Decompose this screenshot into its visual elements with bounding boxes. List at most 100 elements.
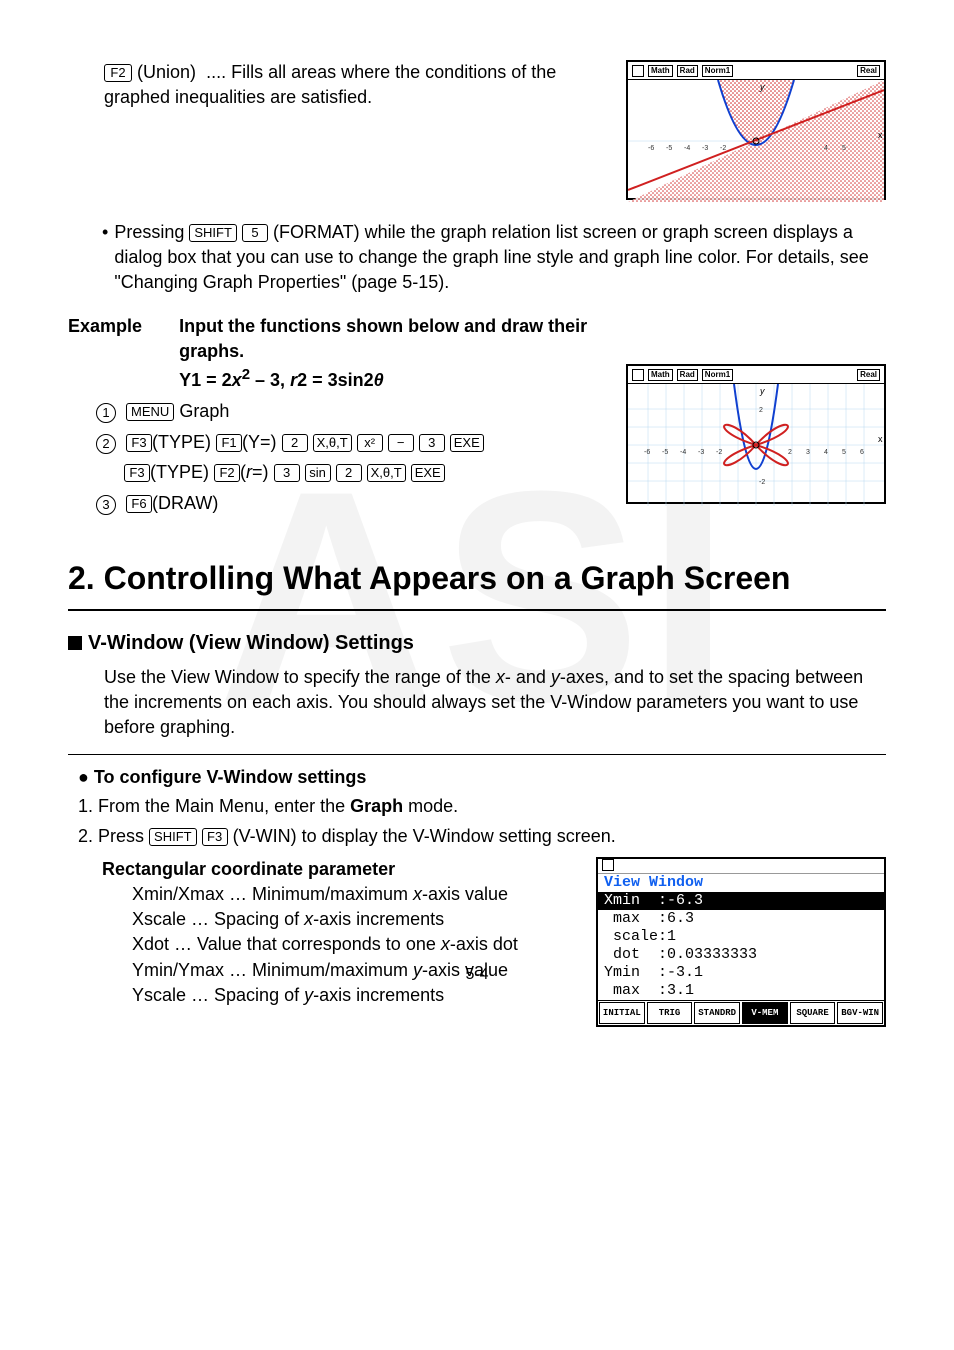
vwin-xmax: max :6.3 bbox=[598, 910, 884, 928]
circled-3: 3 bbox=[96, 495, 116, 515]
badge-real: Real bbox=[857, 65, 880, 77]
union-line: F2 (Union) .... Fills all areas where th… bbox=[104, 60, 610, 110]
key-f3c: F3 bbox=[202, 828, 228, 846]
battery-icon-3 bbox=[602, 859, 614, 871]
page-number: 5-4 bbox=[0, 964, 954, 986]
vwin-f-vmem: V-MEM bbox=[742, 1002, 788, 1024]
circled-2: 2 bbox=[96, 434, 116, 454]
key-x2: x² bbox=[357, 434, 383, 452]
badge-norm1: Norm1 bbox=[702, 65, 733, 77]
svg-text:-2: -2 bbox=[720, 145, 726, 152]
key-f2: F2 bbox=[104, 64, 132, 82]
svg-text:5: 5 bbox=[842, 145, 846, 152]
key-xthetat-b: X,θ,T bbox=[367, 464, 406, 482]
key-2a: 2 bbox=[282, 434, 308, 452]
vwin-f-bgvwin: BGV-WIN bbox=[837, 1002, 883, 1024]
key-shift-2: SHIFT bbox=[149, 828, 197, 846]
key-f6: F6 bbox=[126, 495, 152, 513]
vwin-f-trig: TRIG bbox=[647, 1002, 693, 1024]
key-3a: 3 bbox=[419, 434, 445, 452]
key-f3b: F3 bbox=[124, 464, 150, 482]
vwin-dot: dot :0.03333333 bbox=[598, 946, 884, 964]
svg-text:y: y bbox=[759, 386, 765, 396]
svg-text:-2: -2 bbox=[759, 479, 765, 486]
rule-mid bbox=[68, 754, 886, 755]
svg-text:-4: -4 bbox=[680, 449, 686, 456]
key-menu: MENU bbox=[126, 403, 174, 421]
param-xscale: Xscale … Spacing of x-axis increments bbox=[132, 907, 576, 932]
battery-icon bbox=[632, 65, 644, 77]
svg-text:-5: -5 bbox=[662, 449, 668, 456]
badge-math: Math bbox=[648, 65, 673, 77]
svg-text:-2: -2 bbox=[716, 449, 722, 456]
vwin-footer: INITIAL TRIG STANDRD V-MEM SQUARE BGV-WI… bbox=[598, 1000, 884, 1025]
svg-text:-3: -3 bbox=[702, 145, 708, 152]
rule-heavy bbox=[68, 609, 886, 611]
vwindow-heading: V-Window (View Window) Settings bbox=[68, 629, 886, 657]
key-exe-a: EXE bbox=[450, 434, 484, 452]
step-2-line1: 2 F3(TYPE) F1(Y=) 2 X,θ,T x² − 3 EXE bbox=[96, 430, 610, 455]
key-sin: sin bbox=[305, 464, 331, 482]
badge-rad: Rad bbox=[677, 65, 698, 77]
bullet-configure: ● To configure V-Window settings bbox=[78, 765, 886, 790]
section-title: 2. Controlling What Appears on a Graph S… bbox=[68, 556, 886, 601]
svg-text:2: 2 bbox=[759, 407, 763, 414]
svg-text:4: 4 bbox=[824, 449, 828, 456]
badge-norm1-2: Norm1 bbox=[702, 369, 733, 381]
step-3: 3 F6(DRAW) bbox=[96, 491, 610, 516]
square-bullet-icon bbox=[68, 636, 82, 650]
key-xthetat: X,θ,T bbox=[313, 434, 352, 452]
vwindow-screenshot: View Window Xmin :-6.3 max :6.3 scale:1 … bbox=[596, 857, 886, 1027]
vwin-f-standrd: STANDRD bbox=[694, 1002, 740, 1024]
circled-1: 1 bbox=[96, 403, 116, 423]
calc-screenshot-example: Math Rad Norm1 Real bbox=[626, 364, 886, 504]
svg-text:5: 5 bbox=[842, 449, 846, 456]
key-f1: F1 bbox=[216, 434, 242, 452]
param-xdot: Xdot … Value that corresponds to one x-a… bbox=[132, 932, 576, 957]
example-title: Input the functions shown below and draw… bbox=[179, 314, 610, 364]
svg-text:6: 6 bbox=[860, 449, 864, 456]
vwin-scale: scale:1 bbox=[598, 928, 884, 946]
key-shift: SHIFT bbox=[189, 224, 237, 242]
example-eq: Y1 = 2x2 – 3, r2 = 3sin2θ bbox=[179, 364, 610, 393]
svg-text:-6: -6 bbox=[648, 145, 654, 152]
svg-text:-6: -6 bbox=[644, 449, 650, 456]
example-label: Example bbox=[68, 314, 149, 339]
vwindow-para: Use the View Window to specify the range… bbox=[104, 665, 886, 741]
key-2b: 2 bbox=[336, 464, 362, 482]
union-graph: x y -6 -5 -4 -3 -2 4 5 bbox=[628, 80, 884, 202]
key-exe-b: EXE bbox=[411, 464, 445, 482]
rect-coord-heading: Rectangular coordinate parameter bbox=[102, 857, 576, 882]
badge-math-2: Math bbox=[648, 369, 673, 381]
step-1: 1 MENU Graph bbox=[96, 399, 610, 424]
bullet: • bbox=[102, 220, 108, 245]
svg-text:2: 2 bbox=[788, 449, 792, 456]
calc-screenshot-union: Math Rad Norm1 Real bbox=[626, 60, 886, 200]
union-label: (Union) bbox=[137, 62, 196, 82]
svg-text:x: x bbox=[878, 434, 883, 444]
example-graph: x y -6 -5 -4 -3 -2 2 3 4 5 6 2 -2 bbox=[628, 384, 884, 506]
svg-text:-4: -4 bbox=[684, 145, 690, 152]
svg-text:y: y bbox=[759, 82, 765, 92]
svg-text:4: 4 bbox=[824, 145, 828, 152]
key-minus: − bbox=[388, 434, 414, 452]
svg-text:-5: -5 bbox=[666, 145, 672, 152]
cfg-step2: 2. Press SHIFT F3 (V-WIN) to display the… bbox=[78, 824, 886, 849]
format-note: Pressing SHIFT 5 (FORMAT) while the grap… bbox=[114, 220, 886, 296]
key-3b: 3 bbox=[274, 464, 300, 482]
battery-icon-2 bbox=[632, 369, 644, 381]
svg-text:3: 3 bbox=[806, 449, 810, 456]
vwin-xmin: Xmin :-6.3 bbox=[598, 892, 884, 910]
badge-real-2: Real bbox=[857, 369, 880, 381]
key-f3a: F3 bbox=[126, 434, 152, 452]
svg-text:x: x bbox=[878, 130, 883, 140]
key-5: 5 bbox=[242, 224, 268, 242]
step-2-line2: F3(TYPE) F2(r=) 3 sin 2 X,θ,T EXE bbox=[124, 460, 610, 485]
key-f2b: F2 bbox=[214, 464, 240, 482]
vwin-title: View Window bbox=[598, 874, 884, 892]
param-xmin: Xmin/Xmax … Minimum/maximum x-axis value bbox=[132, 882, 576, 907]
dots: .... bbox=[206, 62, 226, 82]
vwin-f-initial: INITIAL bbox=[599, 1002, 645, 1024]
svg-text:-3: -3 bbox=[698, 449, 704, 456]
badge-rad-2: Rad bbox=[677, 369, 698, 381]
